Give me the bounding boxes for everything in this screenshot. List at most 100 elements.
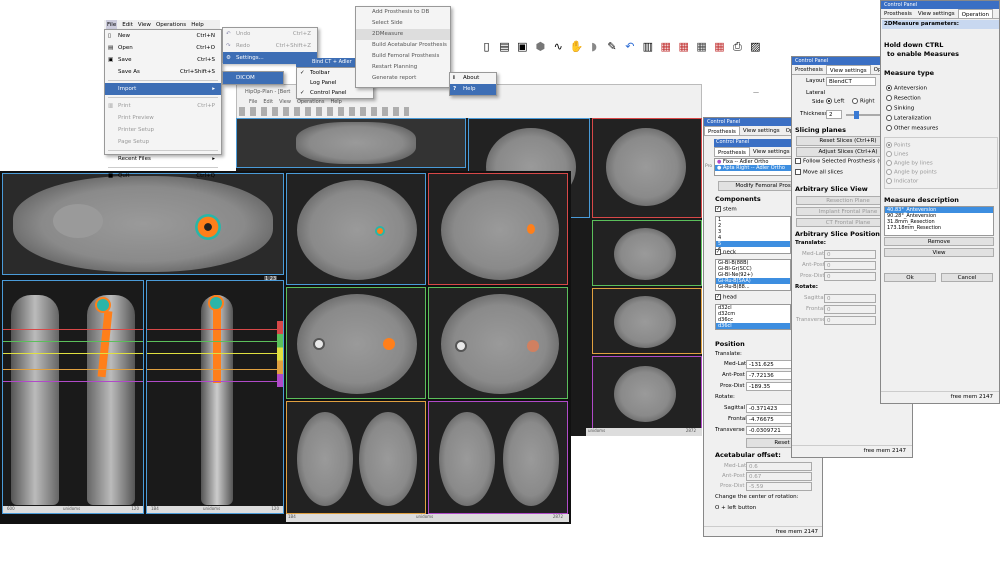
thickness-field[interactable]: 2 <box>826 110 842 119</box>
menu-item-open[interactable]: ▤ Open Ctrl+O <box>105 42 221 54</box>
new-file-icon[interactable]: ▯ <box>480 40 493 53</box>
tab-prosthesis-inner[interactable]: Prosthesis <box>714 147 750 156</box>
menu-item-recent-files[interactable]: Recent Files ▸ <box>105 153 221 165</box>
menu-help[interactable]: Help <box>330 99 341 105</box>
slice-view-5[interactable] <box>286 401 426 514</box>
radio[interactable] <box>886 115 892 121</box>
menu-view[interactable]: View <box>279 99 291 105</box>
axial-overview[interactable] <box>2 173 284 275</box>
layout-3-icon[interactable]: ▦ <box>695 40 708 53</box>
checkbox[interactable]: ✓ <box>715 249 721 255</box>
menu-item-redo[interactable]: ↷ Redo Ctrl+Shift+Z <box>223 40 317 52</box>
measure-description-list[interactable]: 40.83°_Anteversion 90.28°_Anteversion 31… <box>884 206 994 236</box>
menu-file[interactable]: File <box>249 99 257 105</box>
tab-prosthesis[interactable]: Prosthesis <box>881 9 915 18</box>
checkbox[interactable] <box>795 169 801 175</box>
image-icon[interactable]: ▨ <box>749 40 762 53</box>
med-lat-field[interactable]: 0 <box>824 250 876 259</box>
sagittal-view[interactable]: 1B4 unidoms 120 <box>146 280 284 514</box>
menu-item-build-acetabular[interactable]: Build Acetabular Prosthesis <box>356 40 450 51</box>
right-radio[interactable]: Right <box>852 98 874 105</box>
menu-item-print[interactable]: ▥ Print Ctrl+P <box>105 100 221 112</box>
neck-checkbox[interactable]: ✓ neck <box>715 249 736 256</box>
slice-view-4[interactable] <box>428 287 568 399</box>
radio-points[interactable]: Points <box>886 142 911 149</box>
hand-icon[interactable]: ✋ <box>570 40 584 53</box>
slice-view-3[interactable] <box>286 287 426 399</box>
stem-checkbox[interactable]: ✓ stem <box>715 206 737 213</box>
menu-item-new[interactable]: ▯ New Ctrl+N <box>105 30 221 42</box>
menu-operations[interactable]: Operations <box>297 99 325 105</box>
checkbox[interactable] <box>795 158 801 164</box>
menu-item-print-preview[interactable]: Print Preview <box>105 112 221 124</box>
slice-view-2[interactable] <box>428 173 568 285</box>
menu-item-generate-report[interactable]: Generate report <box>356 73 450 84</box>
menu-item-printer-setup[interactable]: Printer Setup <box>105 124 221 136</box>
undo-icon[interactable]: ↶ <box>623 40 636 53</box>
layout-2-icon[interactable]: ▦ <box>677 40 690 53</box>
menu-item-save[interactable]: ▣ Save Ctrl+S <box>105 54 221 66</box>
menu-item-2dmeasure[interactable]: 2DMeasure <box>356 29 450 40</box>
head-checkbox[interactable]: ✓ head <box>715 294 737 301</box>
prosthesis-icon[interactable]: ⬢ <box>534 40 547 53</box>
radio-anteversion[interactable]: Anteversion <box>886 85 927 92</box>
menu-item-quit[interactable]: ■ Quit Ctrl+Q <box>105 170 221 182</box>
head-list[interactable]: d32cl d32cm d36cc d36cl <box>715 304 791 330</box>
offset-prox-dist-field[interactable]: -5.59 <box>746 482 812 491</box>
menu-item-about[interactable]: i About <box>450 73 496 84</box>
menu-item-select-side[interactable]: Select Side <box>356 18 450 29</box>
radio-sinking[interactable]: Sinking <box>886 105 914 112</box>
follow-prosthesis-checkbox[interactable]: Follow Selected Prosthesis (Ctrl+ <box>795 158 894 165</box>
neck-list[interactable]: Gi-Bl-B(88B) Gi-Bl-Gr(SCC) Gi-Bl-Ne(92+)… <box>715 259 791 291</box>
menu-item-add-prosthesis[interactable]: Add Prosthesis to DB <box>356 7 450 18</box>
tab-view-settings[interactable]: View settings <box>915 9 958 18</box>
pen-icon[interactable]: ✎ <box>605 40 618 53</box>
slider-thumb[interactable] <box>854 111 859 119</box>
slice-view-1[interactable] <box>286 173 426 285</box>
radio-indicator[interactable]: Indicator <box>886 178 918 185</box>
radio[interactable] <box>886 105 892 111</box>
camera-icon[interactable]: ⎙ <box>731 40 744 53</box>
frontal-field[interactable]: 0 <box>824 305 876 314</box>
radio-angle-by-points[interactable]: Angle by points <box>886 169 937 176</box>
layout-4-icon[interactable]: ▦ <box>713 40 726 53</box>
layout-1-icon[interactable]: ▦ <box>659 40 672 53</box>
list-item[interactable]: Gi-Ru-B(88... <box>716 284 790 290</box>
checkbox[interactable]: ✓ <box>715 294 721 300</box>
menu-item-undo[interactable]: ↶ Undo Ctrl+Z <box>223 28 317 40</box>
tab-view-settings[interactable]: View settings <box>825 65 871 74</box>
radio[interactable] <box>886 125 892 131</box>
ok-button[interactable]: Ok <box>884 273 936 282</box>
slice-view-6[interactable] <box>428 401 568 514</box>
offset-ant-post-field[interactable]: 0.67 <box>746 472 812 481</box>
menu-item-import[interactable]: Import ▸ <box>105 83 221 95</box>
menu-item-help[interactable]: ? Help <box>450 84 496 95</box>
menu-item-page-setup[interactable]: Page Setup <box>105 136 221 148</box>
radio[interactable] <box>886 95 892 101</box>
tab-prosthesis[interactable]: Prosthesis <box>792 65 826 74</box>
radio[interactable] <box>886 178 892 184</box>
view-button[interactable]: View <box>884 248 994 257</box>
bone-icon[interactable]: ◗ <box>588 40 601 53</box>
layout-select[interactable]: BlendCT <box>826 77 876 86</box>
save-icon[interactable]: ▣ <box>516 40 529 53</box>
ant-post-field[interactable]: 0 <box>824 261 876 270</box>
menu-item-save-as[interactable]: Save As Ctrl+Shift+S <box>105 66 221 78</box>
menu-item-restart-planning[interactable]: Restart Planning <box>356 62 450 73</box>
list-item[interactable]: 173.18mm_Resection <box>885 225 993 231</box>
tab-view-settings[interactable]: View settings <box>740 126 783 135</box>
radio[interactable] <box>886 142 892 148</box>
radio-lateralization[interactable]: Lateralization <box>886 115 931 122</box>
tab-prosthesis[interactable]: Prosthesis <box>704 126 740 135</box>
radio[interactable] <box>852 98 858 104</box>
offset-med-lat-field[interactable]: 0.6 <box>746 462 812 471</box>
window-minimize-button[interactable]: — <box>753 89 759 96</box>
radio-lines[interactable]: Lines <box>886 151 908 158</box>
radio[interactable] <box>886 151 892 157</box>
radio-resection[interactable]: Resection <box>886 95 921 102</box>
frontal-view[interactable]: 600 unidoms 120 <box>2 280 144 514</box>
radio[interactable] <box>886 169 892 175</box>
cancel-button[interactable]: Cancel <box>941 273 993 282</box>
left-radio[interactable]: Left <box>826 98 844 105</box>
report-icon[interactable]: ▥ <box>641 40 654 53</box>
